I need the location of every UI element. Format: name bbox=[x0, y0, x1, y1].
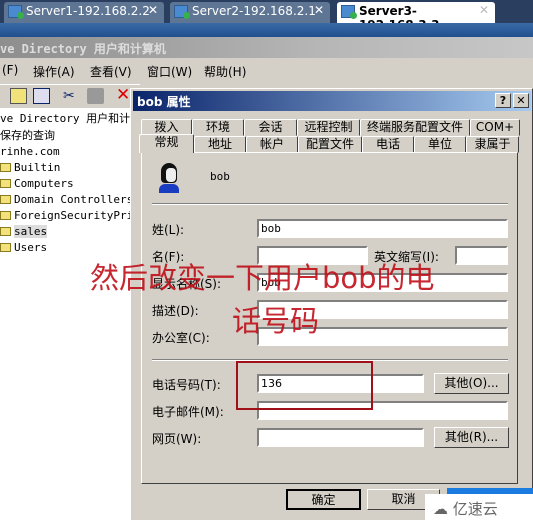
other-phone-button[interactable]: 其他(O)... bbox=[434, 373, 509, 394]
tree-root[interactable]: ve Directory 用户和计算 bbox=[0, 110, 141, 126]
server-icon bbox=[174, 5, 190, 19]
tree-item-computers[interactable]: Computers bbox=[0, 177, 74, 193]
tab-label: Server1-192.168.2.2 bbox=[26, 4, 150, 18]
folder-icon bbox=[0, 211, 11, 220]
tab-server1[interactable]: Server1-192.168.2.2 ✕ bbox=[4, 2, 164, 23]
other-webpage-button[interactable]: 其他(R)... bbox=[434, 427, 509, 448]
tree-item-users[interactable]: Users bbox=[0, 241, 47, 257]
close-icon[interactable]: ✕ bbox=[314, 3, 324, 17]
tab-environment[interactable]: 环境 bbox=[192, 119, 244, 136]
tab-server2[interactable]: Server2-192.168.2.1 ✕ bbox=[170, 2, 330, 23]
watermark: ☁ 亿速云 bbox=[425, 494, 533, 521]
app-title: ve Directory 用户和计算机 bbox=[0, 37, 533, 58]
tab-organization[interactable]: 单位 bbox=[414, 136, 466, 153]
tree-item-sales[interactable]: sales bbox=[0, 225, 48, 241]
dialog-title-bar: bob 属性 ? ✕ bbox=[133, 91, 531, 111]
tree-label: sales bbox=[14, 225, 48, 238]
webpage-input[interactable] bbox=[257, 428, 424, 447]
browser-tab-bar: Server1-192.168.2.2 ✕ Server2-192.168.2.1… bbox=[0, 0, 533, 32]
office-label: 办公室(C): bbox=[152, 331, 210, 345]
toolbar: ✂ ✕ bbox=[0, 84, 140, 106]
menu-file[interactable]: (F) bbox=[2, 63, 18, 77]
description-label: 描述(D): bbox=[152, 304, 199, 318]
up-folder-icon[interactable] bbox=[10, 88, 27, 104]
tab-sessions[interactable]: 会话 bbox=[244, 119, 297, 136]
ou-folder-icon bbox=[0, 227, 11, 236]
tree-label: Users bbox=[14, 241, 48, 254]
tab-com-plus[interactable]: COM+ bbox=[470, 119, 520, 136]
folder-icon bbox=[0, 243, 11, 252]
webpage-label: 网页(W): bbox=[152, 432, 202, 446]
divider bbox=[152, 203, 508, 205]
tree-saved-queries[interactable]: 保存的查询 bbox=[0, 127, 55, 143]
tree-item-domain-controllers[interactable]: Domain Controllers bbox=[0, 193, 133, 209]
close-icon[interactable]: ✕ bbox=[479, 3, 489, 17]
tab-terminal-services[interactable]: 终端服务配置文件 bbox=[360, 119, 470, 136]
tree-label: Domain Controllers bbox=[14, 193, 134, 206]
tab-account[interactable]: 帐户 bbox=[246, 136, 298, 153]
help-button[interactable]: ? bbox=[495, 93, 511, 108]
dialog-title: bob 属性 bbox=[137, 95, 191, 109]
menu-window[interactable]: 窗口(W) bbox=[147, 63, 192, 80]
tab-member-of[interactable]: 隶属于 bbox=[466, 136, 519, 153]
paste-icon[interactable] bbox=[87, 88, 104, 104]
tab-general[interactable]: 常规 bbox=[139, 134, 194, 153]
last-name-label: 姓(L): bbox=[152, 223, 185, 237]
watermark-text: 亿速云 bbox=[452, 500, 498, 518]
tab-label: Server2-192.168.2.1 bbox=[192, 4, 316, 18]
folder-icon bbox=[0, 163, 11, 172]
email-label: 电子邮件(M): bbox=[152, 405, 224, 419]
ou-folder-icon bbox=[0, 195, 11, 204]
phone-label: 电话号码(T): bbox=[152, 378, 221, 392]
folder-icon bbox=[0, 179, 11, 188]
cut-icon[interactable]: ✂ bbox=[63, 88, 80, 104]
tree-label: Computers bbox=[14, 177, 74, 190]
tab-telephones[interactable]: 电话 bbox=[362, 136, 414, 153]
tab-address[interactable]: 地址 bbox=[194, 136, 246, 153]
tree-label: ForeignSecurityPrin bbox=[14, 209, 140, 222]
show-tree-icon[interactable] bbox=[33, 88, 50, 104]
tree-domain[interactable]: rinhe.com bbox=[0, 145, 60, 161]
remote-session-bar bbox=[0, 23, 533, 37]
tree-item-foreign-security[interactable]: ForeignSecurityPrin bbox=[0, 209, 140, 225]
user-avatar-icon bbox=[158, 163, 180, 193]
annotation-line2: 话号码 bbox=[232, 304, 320, 338]
menu-view[interactable]: 查看(V) bbox=[90, 63, 132, 80]
server-icon bbox=[8, 5, 24, 19]
last-name-input[interactable]: bob bbox=[257, 219, 508, 238]
menu-bar: (F) 操作(A) 查看(V) 窗口(W) 帮助(H) bbox=[0, 58, 533, 82]
tab-profile[interactable]: 配置文件 bbox=[298, 136, 362, 153]
tree-item-builtin[interactable]: Builtin bbox=[0, 161, 60, 177]
initials-input[interactable] bbox=[455, 246, 508, 265]
server-icon bbox=[341, 5, 357, 19]
ok-button[interactable]: 确定 bbox=[286, 489, 361, 510]
cloud-logo-icon: ☁ bbox=[433, 500, 453, 518]
menu-action[interactable]: 操作(A) bbox=[33, 63, 75, 80]
menu-help[interactable]: 帮助(H) bbox=[204, 63, 246, 80]
tab-remote-control[interactable]: 远程控制 bbox=[297, 119, 360, 136]
tree-pane: ve Directory 用户和计算 保存的查询 rinhe.com Built… bbox=[0, 108, 141, 521]
close-icon[interactable]: ✕ bbox=[148, 3, 158, 17]
tree-label: Builtin bbox=[14, 161, 61, 174]
highlight-box bbox=[236, 361, 373, 410]
tab-server3[interactable]: Server3-192.168.3.3✕ bbox=[337, 2, 495, 32]
annotation-line1: 然后改变一下用户bob的电 bbox=[90, 261, 435, 295]
close-button[interactable]: ✕ bbox=[513, 93, 529, 108]
user-name: bob bbox=[210, 170, 230, 183]
